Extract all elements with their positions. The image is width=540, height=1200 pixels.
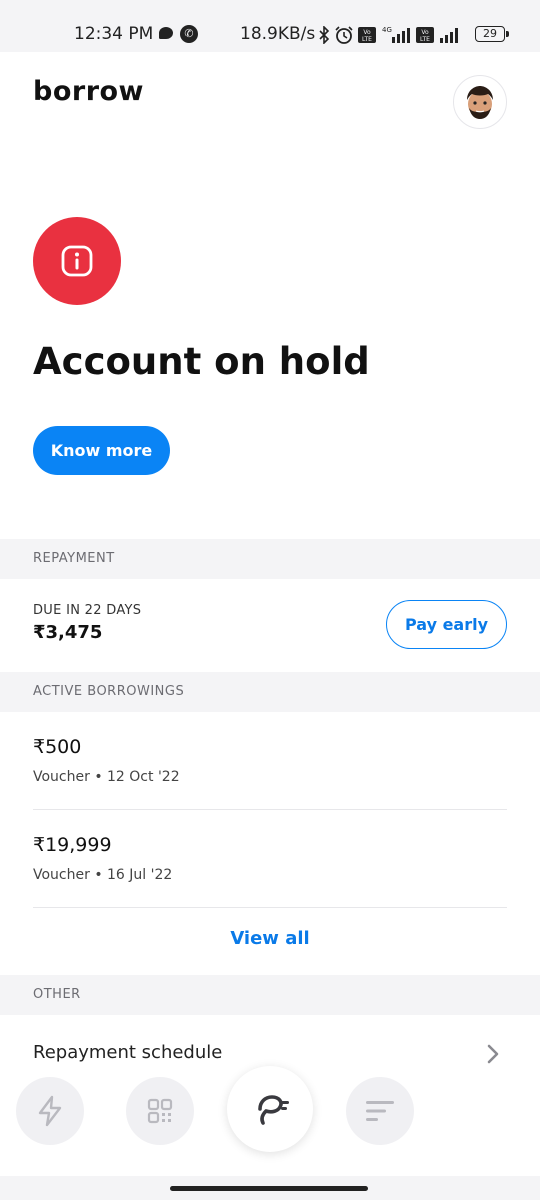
- borrow-logo-icon: [258, 1095, 289, 1125]
- svg-text:4G: 4G: [382, 26, 392, 34]
- svg-text:LTE: LTE: [362, 36, 372, 43]
- due-amount: ₹3,475: [33, 622, 103, 643]
- home-indicator[interactable]: [170, 1186, 368, 1191]
- section-header-other: OTHER: [0, 975, 540, 1015]
- view-all-link[interactable]: View all: [0, 928, 540, 949]
- borrowing-amount: ₹19,999: [33, 834, 112, 856]
- menu-lines-icon: [366, 1101, 394, 1121]
- status-bar: 12:34 PM ✆ 18.9KB/s Vo LTE 4G Vo LTE 29: [0, 0, 540, 52]
- chat-bubble-icon: [159, 27, 173, 39]
- signal-icon: [440, 28, 458, 43]
- nav-qr-code[interactable]: [126, 1077, 194, 1145]
- account-status-title: Account on hold: [33, 340, 370, 383]
- list-item[interactable]: ₹19,999 Voucher • 16 Jul '22: [33, 810, 507, 908]
- repayment-schedule-row[interactable]: Repayment schedule: [33, 1040, 507, 1068]
- svg-text:LTE: LTE: [420, 36, 430, 43]
- qr-code-icon: [147, 1098, 173, 1124]
- borrowing-meta: Voucher • 16 Jul '22: [33, 867, 173, 883]
- chevron-right-icon: [487, 1044, 499, 1064]
- borrowing-meta: Voucher • 12 Oct '22: [33, 769, 180, 785]
- volte-icon: VoLTE: [358, 27, 376, 43]
- know-more-button[interactable]: Know more: [33, 426, 170, 475]
- status-time: 12:34 PM: [74, 24, 154, 44]
- volte-icon-2: VoLTE: [416, 27, 434, 43]
- svg-text:Vo: Vo: [421, 29, 429, 36]
- page-title: borrow: [33, 76, 144, 107]
- pay-early-button[interactable]: Pay early: [386, 600, 507, 649]
- phone-call-icon: ✆: [180, 25, 198, 43]
- section-header-repayment: REPAYMENT: [0, 539, 540, 579]
- account-hold-badge: [33, 217, 121, 305]
- avatar[interactable]: [453, 75, 507, 129]
- status-network-speed: 18.9KB/s: [240, 24, 316, 44]
- svg-text:Vo: Vo: [363, 29, 371, 36]
- status-icons: Vo LTE 4G Vo LTE: [318, 24, 462, 46]
- nav-borrow[interactable]: [227, 1066, 313, 1152]
- section-header-active-borrowings: ACTIVE BORROWINGS: [0, 672, 540, 712]
- info-icon: [61, 245, 93, 277]
- section-label: OTHER: [33, 987, 81, 1002]
- lightning-icon: [38, 1095, 62, 1127]
- repayment-schedule-label: Repayment schedule: [33, 1042, 223, 1063]
- due-label: DUE IN 22 DAYS: [33, 603, 142, 618]
- nav-menu[interactable]: [346, 1077, 414, 1145]
- section-label: REPAYMENT: [33, 551, 115, 566]
- bluetooth-icon: [319, 26, 330, 44]
- memoji-avatar-icon: [467, 86, 493, 119]
- section-label: ACTIVE BORROWINGS: [33, 684, 185, 699]
- signal-4g-icon: 4G: [382, 26, 410, 43]
- list-item[interactable]: ₹500 Voucher • 12 Oct '22: [33, 712, 507, 810]
- alarm-icon: [335, 26, 353, 44]
- nav-lightning[interactable]: [16, 1077, 84, 1145]
- battery-icon: 29: [475, 26, 509, 42]
- borrowing-amount: ₹500: [33, 736, 82, 758]
